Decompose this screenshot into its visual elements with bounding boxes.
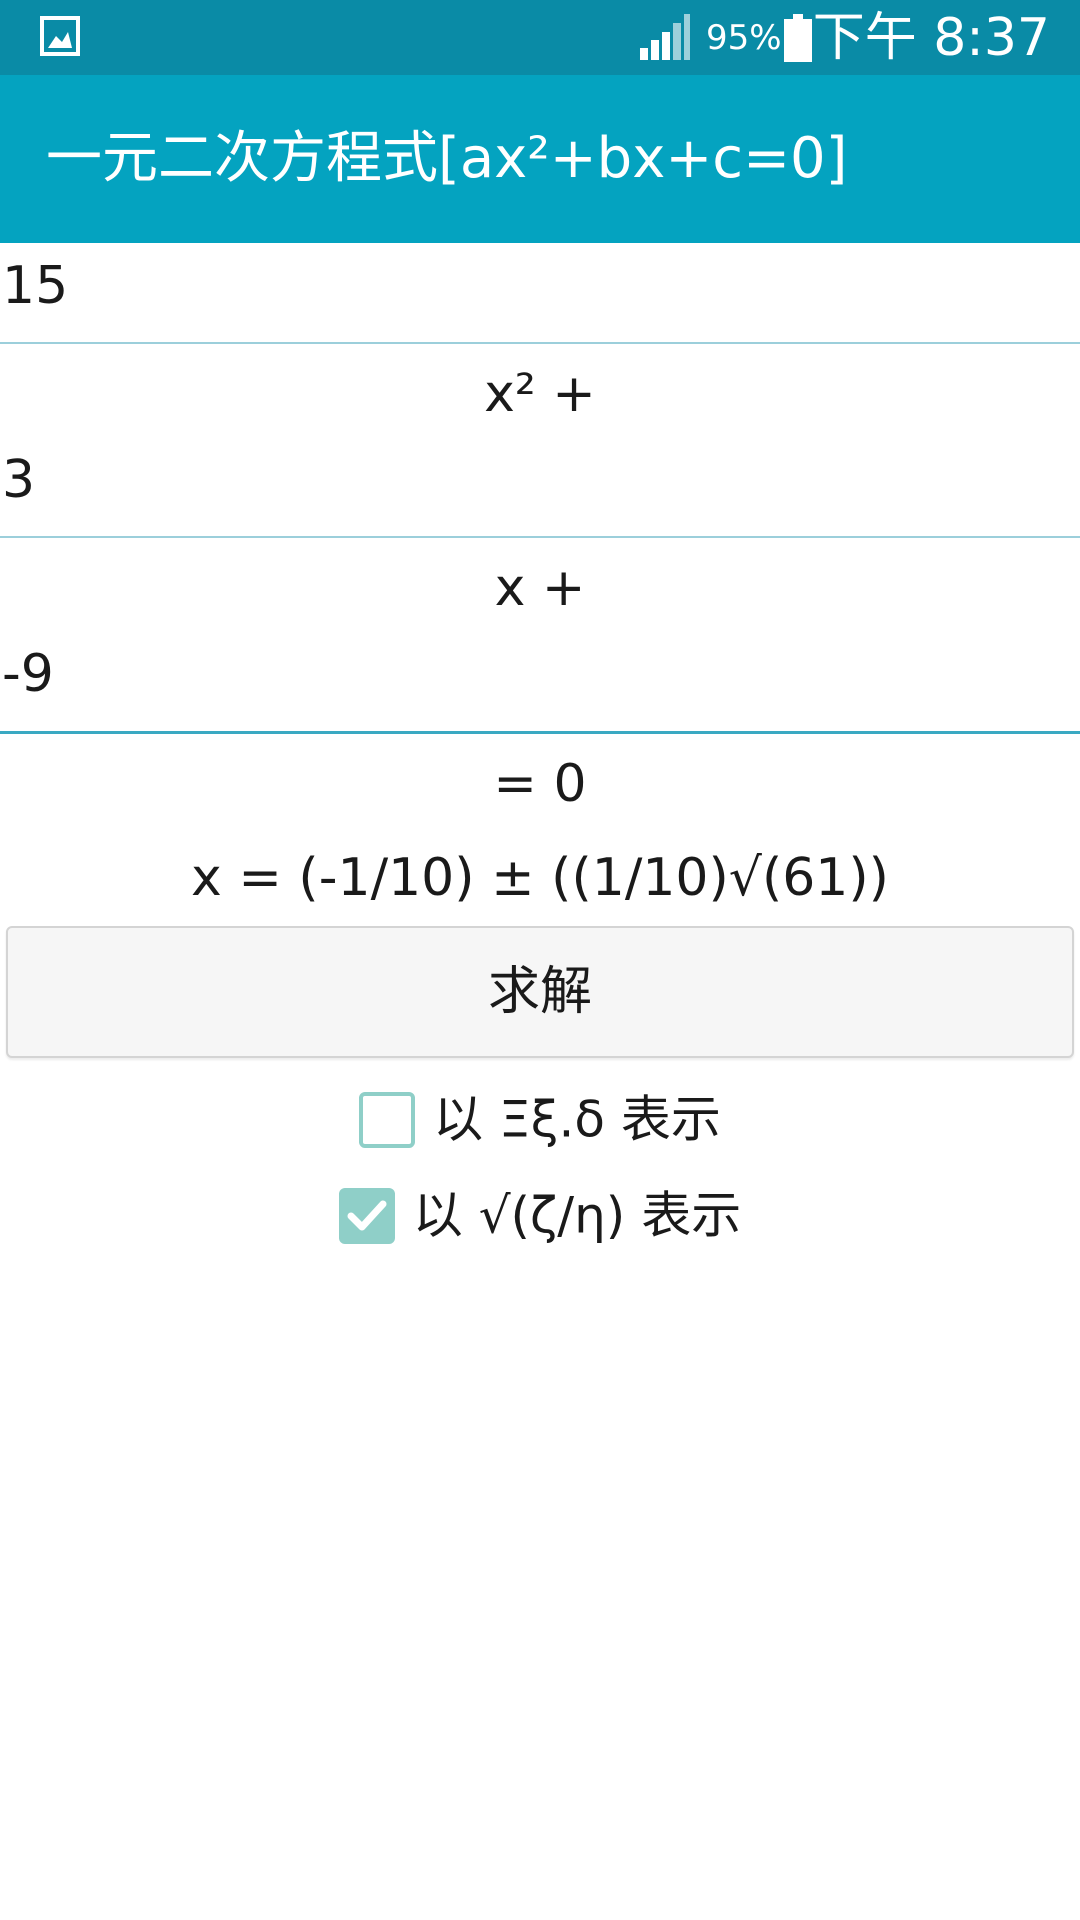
c-suffix-label: = 0 bbox=[493, 754, 587, 814]
decimal-checkbox[interactable] bbox=[359, 1091, 416, 1148]
b-suffix-label: x + bbox=[494, 558, 586, 618]
coefficient-c-input[interactable]: -9 bbox=[0, 642, 1080, 734]
option-decimal-display[interactable]: 以 Ξξ.δ 表示 bbox=[0, 1084, 1080, 1149]
battery-percent: 95% bbox=[706, 18, 782, 58]
a-suffix-label: x² + bbox=[484, 364, 596, 424]
option-radical-display[interactable]: 以 √(ζ/η) 表示 bbox=[0, 1180, 1080, 1245]
coefficient-b-input[interactable]: 3 bbox=[0, 448, 1080, 538]
checkmark-icon bbox=[347, 1200, 387, 1230]
gallery-icon bbox=[40, 16, 80, 56]
coefficient-a-input[interactable]: 15 bbox=[0, 254, 1080, 344]
solve-button[interactable]: 求解 bbox=[6, 926, 1074, 1058]
signal-icon bbox=[640, 14, 690, 60]
status-clock: 下午 8:37 bbox=[812, 8, 1050, 68]
decimal-option-label: 以 Ξξ.δ 表示 bbox=[433, 1090, 721, 1149]
solution-result: x = (-1/10) ± ((1/10)√(61)) bbox=[191, 848, 889, 908]
radical-option-label: 以 √(ζ/η) 表示 bbox=[412, 1186, 742, 1245]
app-bar: 一元二次方程式[ax²+bx+c=0] bbox=[0, 75, 1080, 243]
status-bar: 95% 下午 8:37 bbox=[0, 0, 1080, 75]
radical-checkbox[interactable] bbox=[338, 1187, 395, 1244]
page-title: 一元二次方程式[ax²+bx+c=0] bbox=[46, 126, 848, 191]
battery-icon bbox=[784, 14, 812, 62]
